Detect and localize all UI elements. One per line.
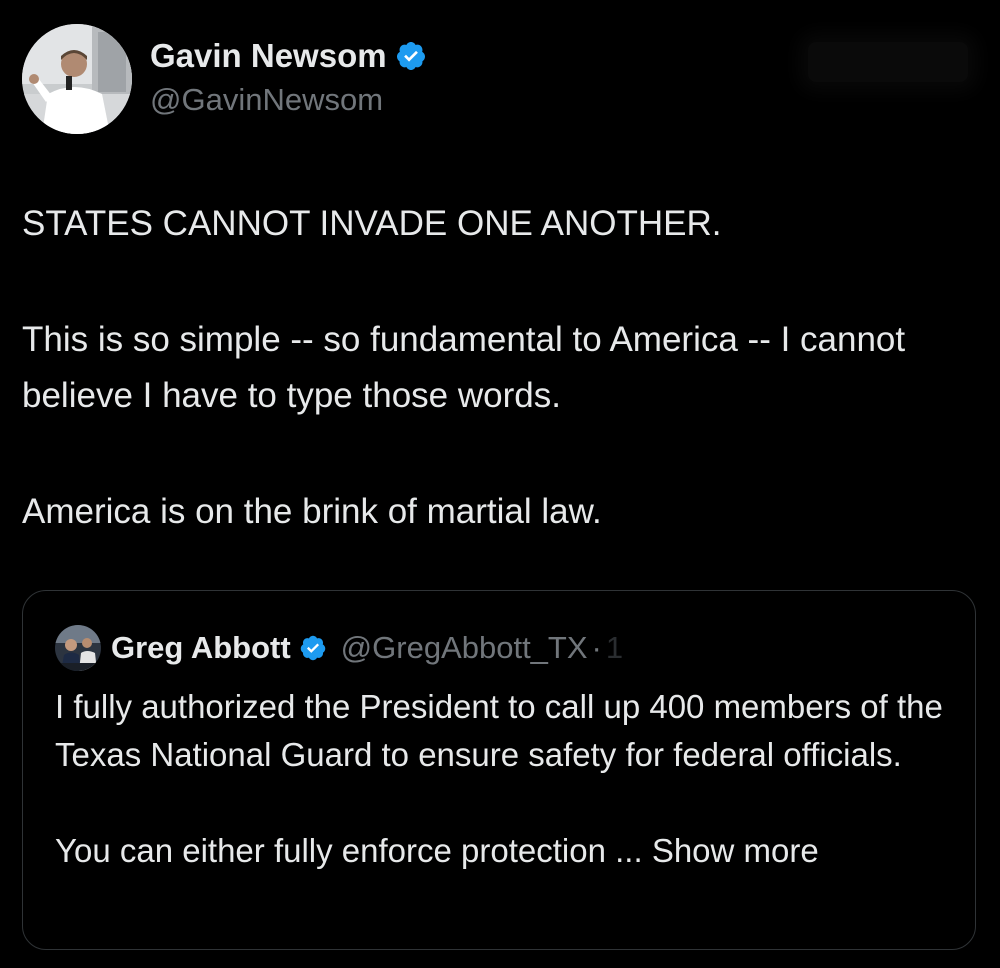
quoted-tweet-paragraph: I fully authorized the President to call… [55, 688, 943, 773]
show-more-link[interactable]: Show more [652, 832, 819, 869]
author-display-name[interactable]: Gavin Newsom [150, 36, 387, 76]
quoted-tweet-card[interactable]: Greg Abbott @GregAbbott_TX · 1 I fully a… [22, 590, 976, 950]
quoted-author-handle[interactable]: @GregAbbott_TX [341, 630, 588, 666]
quoted-author-display-name[interactable]: Greg Abbott [111, 630, 291, 666]
quoted-tweet-truncated-text: You can either fully enforce protection … [55, 832, 652, 869]
tweet-text: STATES CANNOT INVADE ONE ANOTHER. This i… [22, 196, 982, 540]
author-handle[interactable]: @GavinNewsom [150, 78, 427, 122]
quoted-tweet-header: Greg Abbott @GregAbbott_TX · 1 [55, 625, 623, 671]
quoted-tweet-paragraph-truncated: You can either fully enforce protection … [55, 827, 945, 875]
author-avatar[interactable] [22, 24, 132, 134]
tweet-paragraph: This is so simple -- so fundamental to A… [22, 320, 906, 415]
quoted-author-avatar[interactable] [55, 625, 101, 671]
tweet-paragraph: America is on the brink of martial law. [22, 492, 602, 531]
quoted-tweet-timestamp[interactable]: 1 [606, 630, 623, 666]
verified-badge-icon [395, 40, 427, 72]
profile-photo [22, 24, 132, 134]
tweet-header: Gavin Newsom @GavinNewsom [22, 24, 427, 134]
name-row: Gavin Newsom [150, 36, 427, 76]
tweet-paragraph: STATES CANNOT INVADE ONE ANOTHER. [22, 204, 722, 243]
author-names: Gavin Newsom @GavinNewsom [150, 36, 427, 122]
profile-photo [55, 625, 101, 671]
quoted-tweet-text: I fully authorized the President to call… [55, 683, 945, 875]
blurred-region [808, 42, 968, 82]
handle-time-separator: · [591, 630, 602, 665]
verified-badge-icon [299, 634, 327, 662]
tweet: Gavin Newsom @GavinNewsom STATES CANNOT … [0, 0, 1000, 968]
